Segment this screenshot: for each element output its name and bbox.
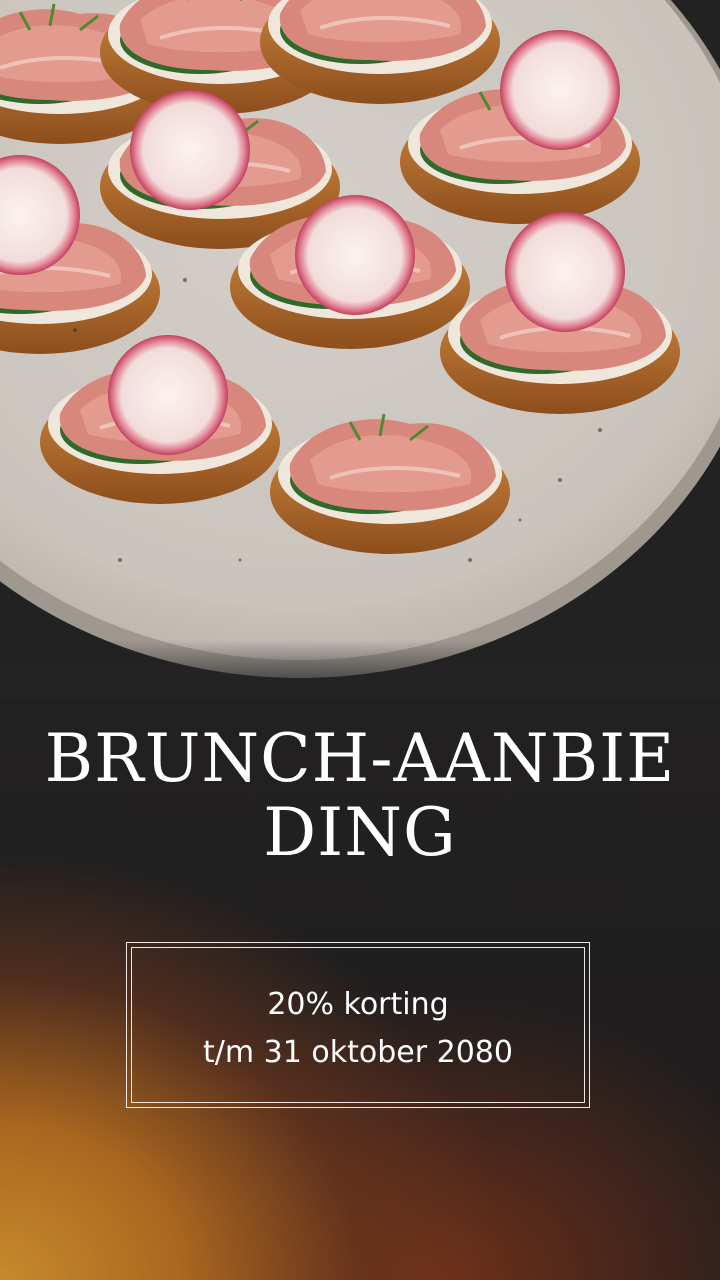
food-platter-photo: [0, 0, 720, 700]
brunch-offer-poster: BRUNCH-AANBIEDING 20% korting t/m 31 okt…: [0, 0, 720, 1280]
offer-frame: 20% korting t/m 31 oktober 2080: [126, 942, 590, 1108]
discount-text: 20% korting: [267, 987, 449, 1022]
headline: BRUNCH-AANBIEDING: [44, 720, 676, 871]
validity-text: t/m 31 oktober 2080: [203, 1035, 513, 1070]
